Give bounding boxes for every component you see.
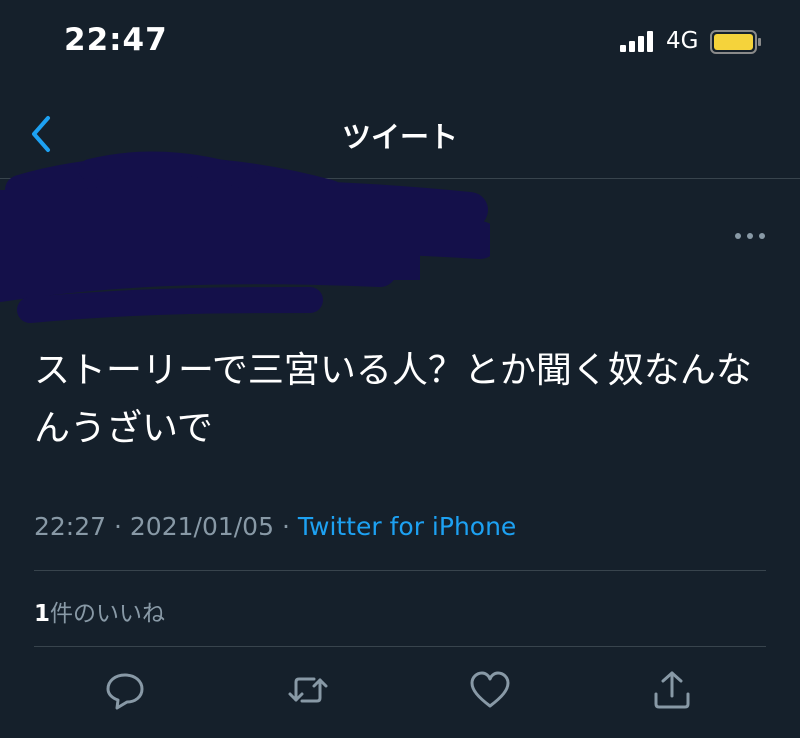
status-time: 22:47 (64, 22, 168, 58)
meta-separator: · (281, 512, 290, 541)
like-icon (470, 671, 510, 708)
tweet-action-bar (0, 668, 800, 714)
retweet-button[interactable] (286, 668, 330, 712)
likes-count: 1 (34, 601, 51, 627)
likes-label: 件のいいね (50, 601, 166, 627)
share-icon (654, 671, 690, 709)
divider (34, 570, 766, 571)
meta-separator: · (114, 512, 122, 541)
status-bar: 22:47 4G (0, 0, 800, 90)
like-button[interactable] (468, 668, 512, 712)
divider (34, 646, 766, 647)
share-button[interactable] (650, 668, 694, 712)
network-label: 4G (666, 28, 699, 54)
battery-icon (710, 30, 761, 54)
likes-count-link[interactable]: 1件のいいね (34, 594, 165, 628)
tweet-text: ストーリーで三宮いる人？とか聞く奴なんなんうざいで (34, 350, 752, 449)
signal-icon (620, 31, 653, 52)
tweet-time: 22:27 (34, 512, 107, 541)
reply-icon (106, 673, 144, 710)
redacted-author-scribble (0, 151, 490, 323)
tweet-source-link[interactable]: Twitter for iPhone (298, 512, 516, 541)
more-icon[interactable] (730, 226, 770, 246)
tweet-date: 2021/01/05 (129, 512, 274, 541)
reply-button[interactable] (103, 668, 147, 712)
tweet-meta: 22:27 · 2021/01/05 · Twitter for iPhone (34, 512, 516, 541)
retweet-icon (288, 677, 328, 703)
